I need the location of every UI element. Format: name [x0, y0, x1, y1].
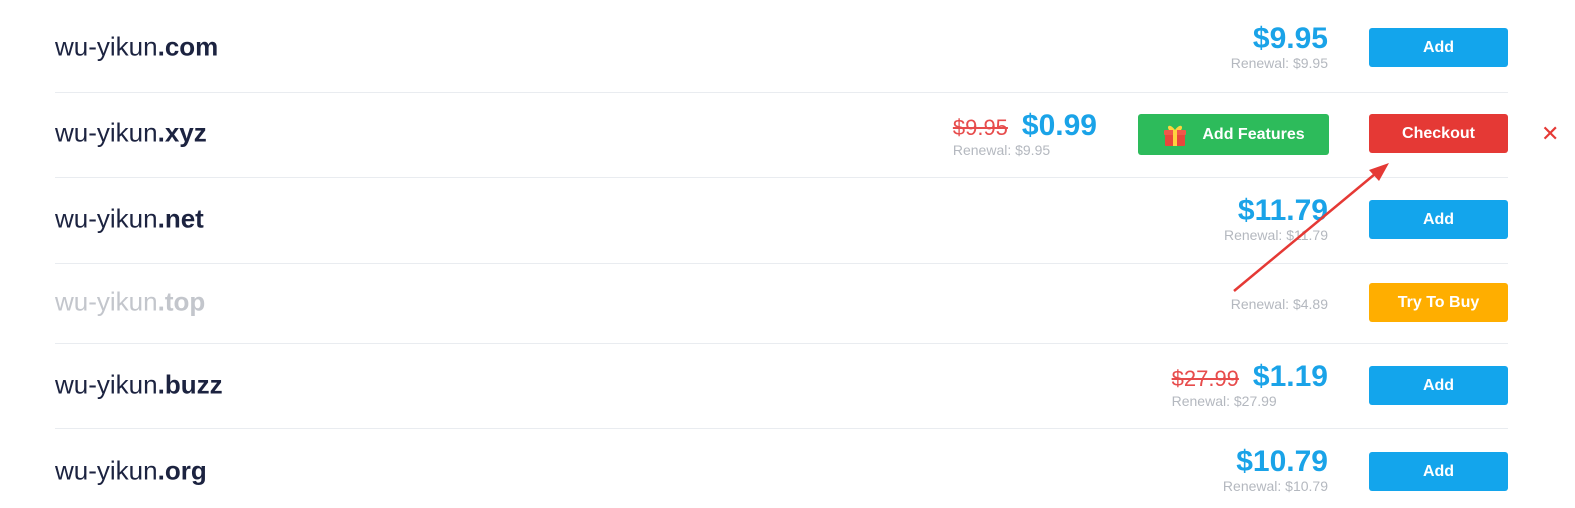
price-line: $9.95 $0.99	[953, 111, 1097, 141]
try-to-buy-button[interactable]: Try To Buy	[1369, 283, 1508, 322]
checkout-button[interactable]: Checkout	[1369, 114, 1508, 153]
domain-label: wu-yikun	[55, 203, 158, 234]
current-price: $1.19	[1252, 360, 1328, 393]
price-line: $10.79	[1223, 447, 1328, 477]
domain-row-net: wu-yikun.net $11.79 Renewal: $11.79 Add	[55, 178, 1508, 263]
add-features-button[interactable]: Add Features	[1138, 114, 1329, 155]
domain-label: wu-yikun	[55, 286, 158, 317]
price-block: Renewal: $4.89	[1231, 295, 1328, 311]
gift-icon	[1164, 125, 1187, 146]
original-price: $9.95	[952, 115, 1008, 140]
price-line: $9.95	[1231, 24, 1328, 54]
domain-row-top: wu-yikun.top Renewal: $4.89 Try To Buy	[55, 264, 1508, 343]
domain-tld: .org	[157, 455, 207, 486]
add-button[interactable]: Add	[1369, 200, 1508, 239]
domain-tld: .net	[157, 203, 204, 234]
domain-name: wu-yikun.net	[55, 204, 204, 235]
domain-results-page: { "domains": [ {"name": "wu-yikun", "tld…	[0, 0, 1575, 508]
domain-label: wu-yikun	[55, 369, 158, 400]
renewal-price: Renewal: $9.95	[1230, 55, 1328, 71]
domain-name: wu-yikun.buzz	[55, 370, 223, 401]
current-price: $10.79	[1236, 445, 1328, 478]
renewal-price: Renewal: $4.89	[1230, 296, 1328, 312]
domain-row-xyz: wu-yikun.xyz $9.95 $0.99 Renewal: $9.95 …	[55, 93, 1559, 177]
domain-row-buzz: wu-yikun.buzz $27.99 $1.19 Renewal: $27.…	[55, 344, 1508, 428]
domain-tld: .buzz	[157, 369, 223, 400]
close-icon[interactable]: ✕	[1541, 123, 1559, 145]
add-features-label: Add Features	[1202, 125, 1305, 143]
domain-tld: .com	[157, 31, 219, 62]
price-block: $27.99 $1.19 Renewal: $27.99	[1171, 362, 1328, 409]
add-button[interactable]: Add	[1369, 28, 1508, 67]
current-price: $9.95	[1252, 22, 1328, 55]
domain-name: wu-yikun.com	[55, 32, 218, 63]
price-block: $11.79 Renewal: $11.79	[1223, 196, 1328, 243]
renewal-price: Renewal: $11.79	[1223, 227, 1328, 243]
add-button[interactable]: Add	[1369, 366, 1508, 405]
renewal-price: Renewal: $10.79	[1222, 478, 1328, 494]
domain-label: wu-yikun	[55, 455, 158, 486]
current-price: $11.79	[1237, 194, 1328, 227]
price-block: $10.79 Renewal: $10.79	[1222, 447, 1328, 494]
domain-row-org: wu-yikun.org $10.79 Renewal: $10.79 Add	[55, 429, 1508, 508]
price-line: $27.99 $1.19	[1172, 362, 1328, 392]
domain-tld: .top	[157, 286, 206, 317]
domain-name: wu-yikun.top	[55, 287, 205, 318]
domain-label: wu-yikun	[55, 117, 158, 148]
domain-name: wu-yikun.org	[55, 456, 207, 487]
domain-tld: .xyz	[157, 117, 207, 148]
domain-row-com: wu-yikun.com $9.95 Renewal: $9.95 Add	[55, 0, 1508, 92]
original-price: $27.99	[1171, 366, 1239, 391]
price-line: $11.79	[1224, 196, 1328, 226]
price-block: $9.95 Renewal: $9.95	[1230, 24, 1328, 71]
renewal-price: Renewal: $9.95	[952, 142, 1051, 158]
domain-name: wu-yikun.xyz	[55, 118, 207, 149]
renewal-price: Renewal: $27.99	[1171, 393, 1277, 409]
price-block: $9.95 $0.99 Renewal: $9.95	[952, 111, 1097, 158]
domain-label: wu-yikun	[55, 31, 158, 62]
current-price: $0.99	[1021, 109, 1097, 142]
add-button[interactable]: Add	[1369, 452, 1508, 491]
